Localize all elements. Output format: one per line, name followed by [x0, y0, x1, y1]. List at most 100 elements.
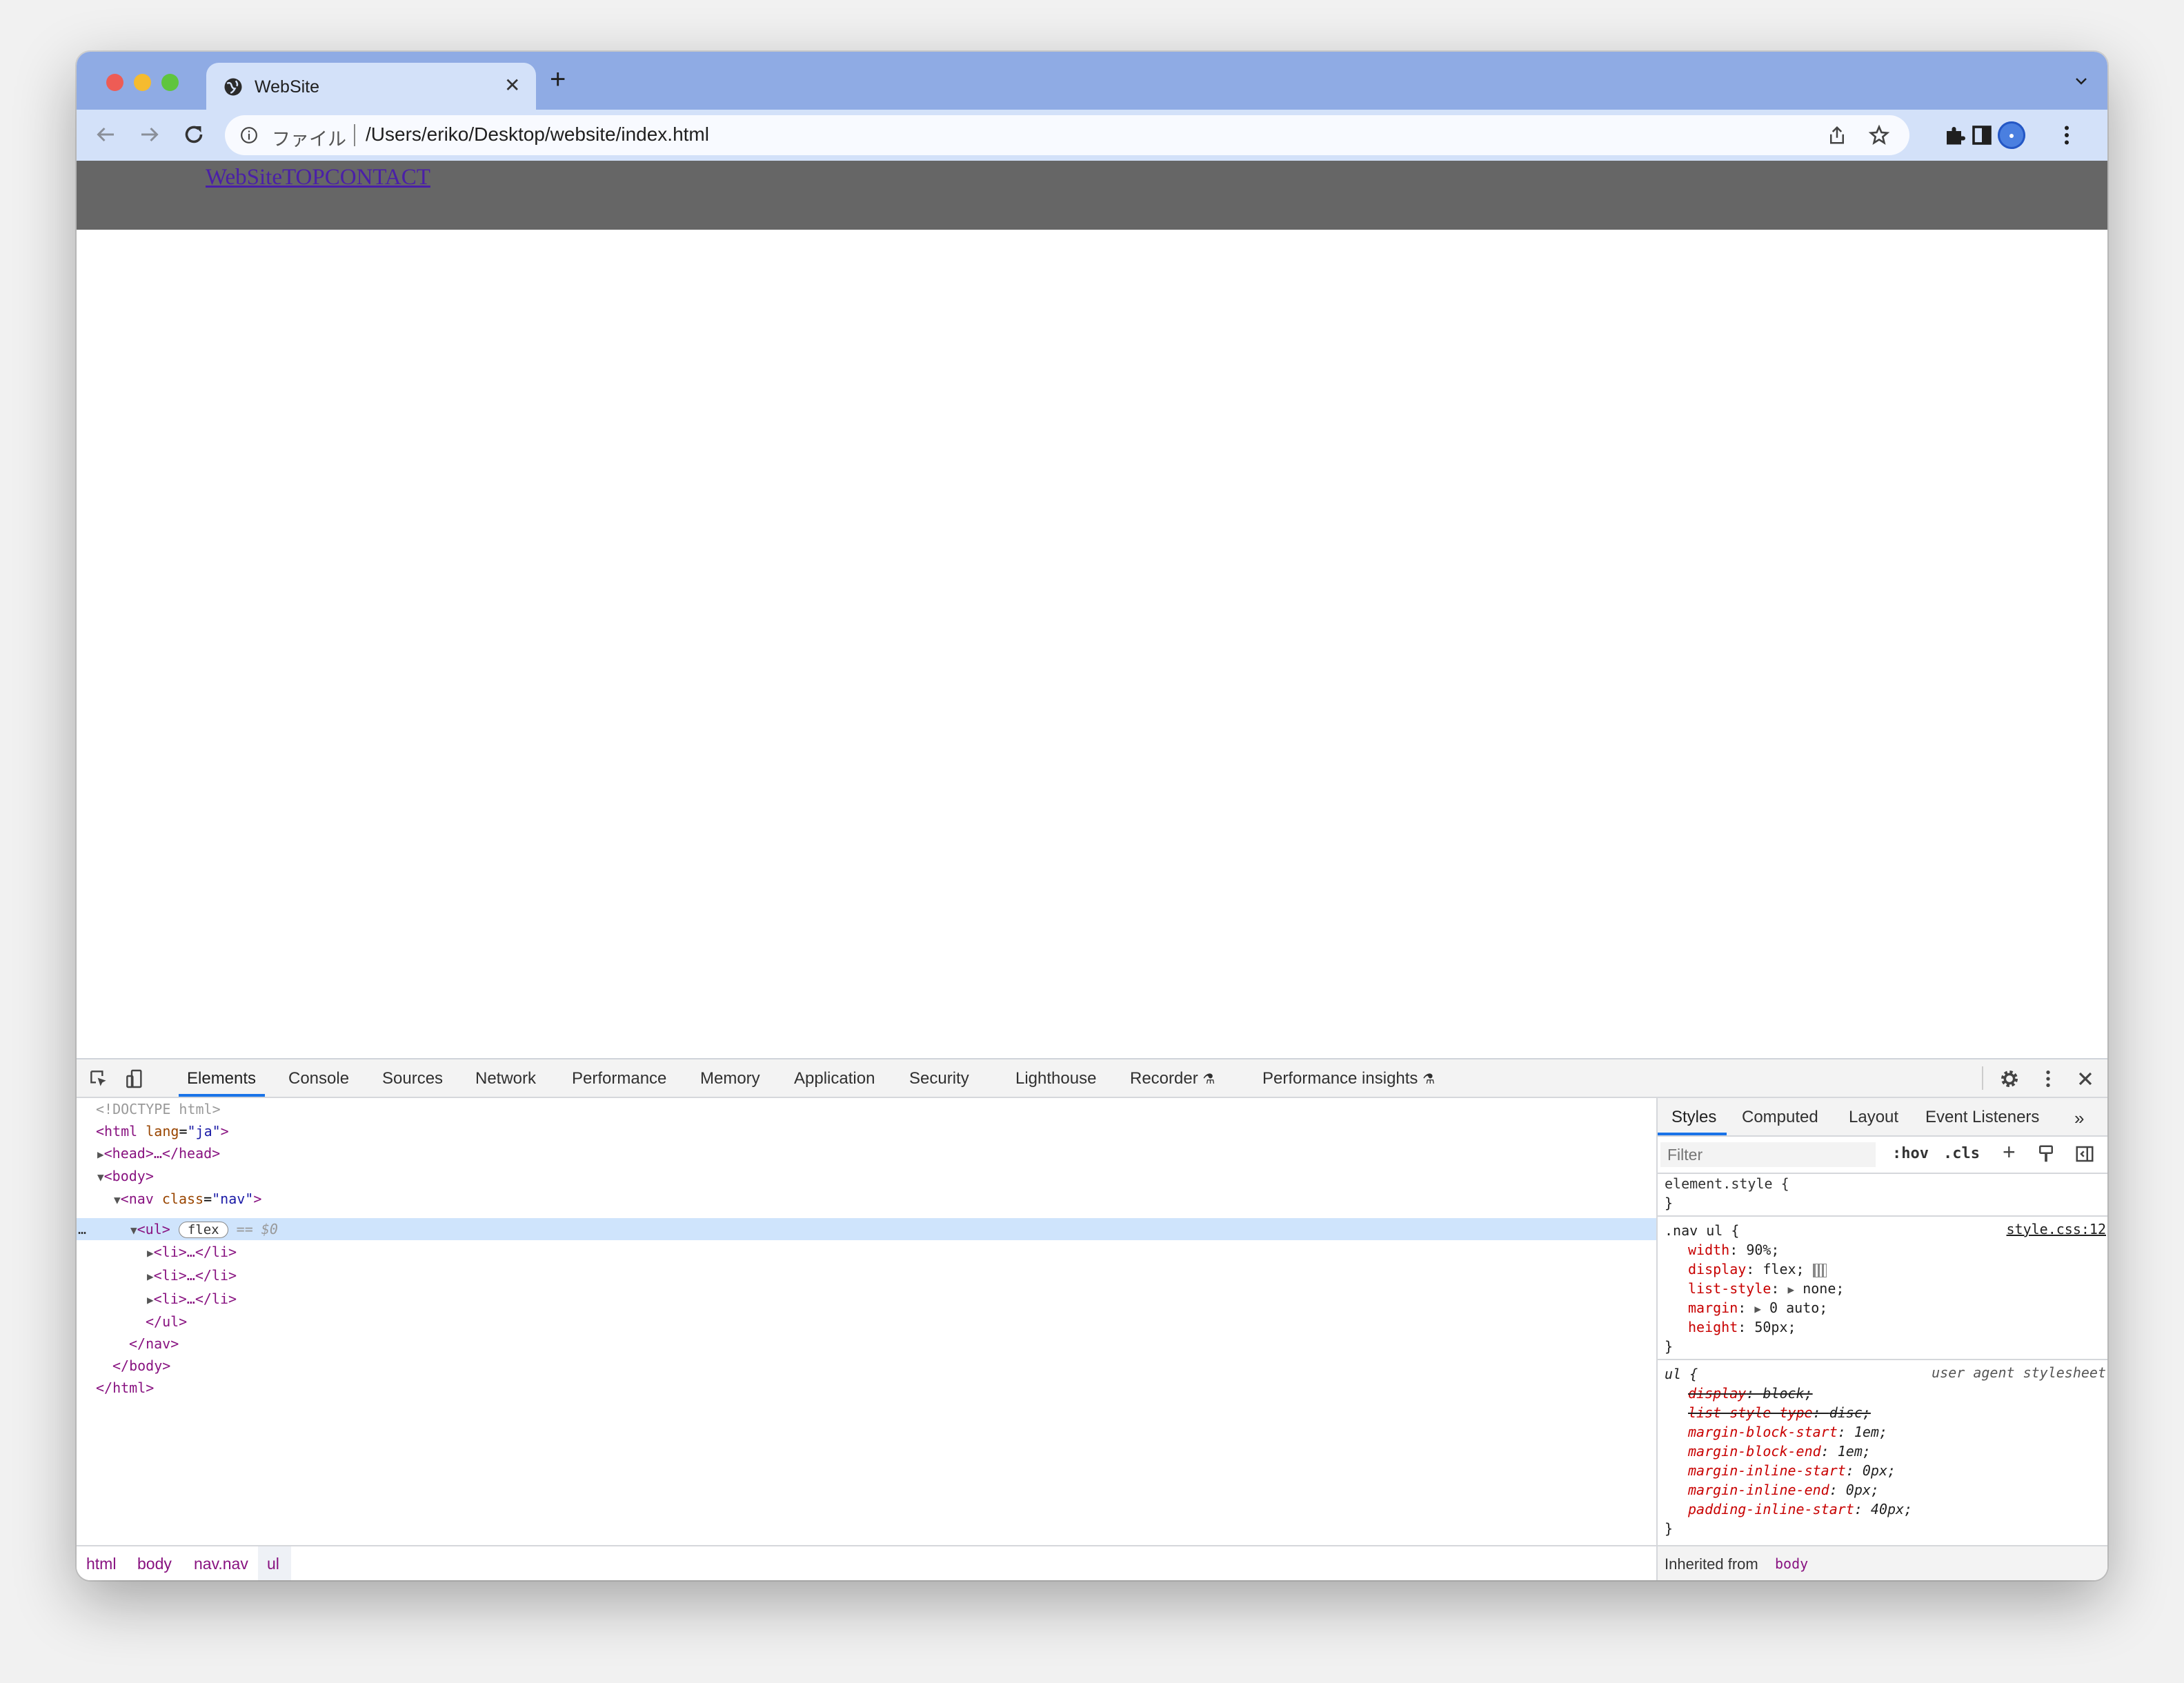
tab-performance-insights[interactable]: Performance insights ⚗	[1262, 1069, 1435, 1088]
css-declaration[interactable]: margin: ▶ 0 auto;	[1688, 1298, 1827, 1319]
tab-styles[interactable]: Styles	[1671, 1108, 1716, 1127]
body-open-line[interactable]: ▼<body>	[97, 1166, 154, 1187]
url-text[interactable]: /Users/eriko/Desktop/website/index.html	[366, 123, 709, 146]
tab-lighthouse[interactable]: Lighthouse	[1015, 1069, 1096, 1088]
source-link[interactable]: style.css:12	[2007, 1221, 2107, 1237]
chevron-double-right-icon[interactable]: »	[2074, 1108, 2084, 1129]
cls-toggle[interactable]: .cls	[1943, 1145, 1980, 1162]
window-minimize-button[interactable]	[134, 74, 151, 91]
address-bar[interactable]: ファイル /Users/eriko/Desktop/website/index.…	[225, 115, 1909, 155]
css-declaration[interactable]: width: 90%;	[1688, 1240, 1779, 1259]
tab-recorder[interactable]: Recorder ⚗	[1130, 1069, 1215, 1088]
nav-link-text[interactable]: WebSiteTOPCONTACT	[206, 165, 430, 190]
inherited-from-link[interactable]: body	[1775, 1555, 1808, 1572]
breadcrumb-item[interactable]: body	[137, 1555, 172, 1573]
css-declaration[interactable]: height: 50px;	[1688, 1317, 1796, 1337]
expand-triangle-icon[interactable]: ▶	[97, 1148, 104, 1161]
tab-sources[interactable]: Sources	[382, 1069, 443, 1088]
selected-node-highlight	[77, 1218, 1656, 1240]
element-style-selector[interactable]: element.style {	[1665, 1174, 1789, 1193]
css-value: 0 auto;	[1769, 1299, 1828, 1316]
forward-arrow-icon[interactable]	[137, 122, 162, 147]
profile-avatar[interactable]	[1998, 121, 2025, 149]
html-close-line[interactable]: </html>	[96, 1378, 154, 1397]
rule-selector[interactable]: .nav ul {	[1665, 1221, 1739, 1240]
new-tab-button[interactable]: +	[550, 66, 566, 93]
css-value: 0px;	[1845, 1482, 1879, 1498]
breadcrumb-item[interactable]: ul	[267, 1555, 279, 1573]
info-icon[interactable]	[240, 126, 258, 144]
paint-brush-icon[interactable]	[2036, 1144, 2056, 1164]
body-open-tag: <body>	[103, 1168, 154, 1184]
collapse-triangle-icon[interactable]: ▼	[97, 1171, 104, 1184]
expand-triangle-icon[interactable]: ▶	[147, 1270, 154, 1283]
li-line[interactable]: ▶<li>…</li>	[147, 1289, 237, 1310]
sidebar-toggle-icon[interactable]	[2074, 1144, 2095, 1164]
inspect-element-icon[interactable]	[88, 1068, 110, 1090]
css-value: none;	[1803, 1280, 1845, 1297]
tab-strip: WebSite ✕ +	[77, 52, 2107, 110]
inherited-section-header: Inherited from body	[1658, 1545, 2107, 1580]
nav-open-line[interactable]: ▼<nav class="nav">	[114, 1189, 261, 1210]
tab-event-listeners[interactable]: Event Listeners	[1925, 1108, 2039, 1127]
gear-icon[interactable]	[1998, 1068, 2021, 1090]
window-close-button[interactable]	[106, 74, 123, 91]
tab-memory[interactable]: Memory	[700, 1069, 760, 1088]
expand-triangle-icon[interactable]: ▶	[1754, 1302, 1761, 1315]
tab-application[interactable]: Application	[794, 1069, 875, 1088]
css-property: list-style-type	[1688, 1404, 1813, 1421]
elements-dom-tree: <!DOCTYPE html> <html lang="ja"> ▶<head>…	[77, 1098, 1656, 1545]
css-property: height	[1688, 1319, 1738, 1335]
body-close-line[interactable]: </body>	[112, 1356, 170, 1375]
reload-icon[interactable]	[181, 122, 206, 147]
tab-layout[interactable]: Layout	[1849, 1108, 1898, 1127]
expand-triangle-icon[interactable]: ▶	[1788, 1283, 1795, 1296]
hov-toggle[interactable]: :hov	[1892, 1145, 1929, 1162]
tab-elements[interactable]: Elements	[187, 1069, 256, 1088]
side-panel-icon[interactable]	[1969, 123, 1994, 148]
html-open-line[interactable]: <html lang="ja">	[96, 1122, 229, 1141]
browser-tab[interactable]: WebSite ✕	[206, 63, 536, 110]
css-property: display	[1688, 1261, 1747, 1277]
ul-open-line[interactable]: ▼<ul> flex == $0	[130, 1219, 278, 1240]
flexbox-editor-icon[interactable]	[1812, 1263, 1827, 1277]
chevron-down-icon[interactable]	[2074, 74, 2088, 88]
collapse-triangle-icon[interactable]: ▼	[130, 1224, 137, 1237]
li-line[interactable]: ▶<li>…</li>	[147, 1266, 237, 1286]
more-vertical-icon[interactable]	[2054, 123, 2079, 148]
expand-triangle-icon[interactable]: ▶	[147, 1246, 154, 1259]
device-toolbar-icon[interactable]	[123, 1068, 146, 1090]
css-declaration-overridden: display: block;	[1688, 1385, 1813, 1402]
breadcrumb-item[interactable]: nav.nav	[194, 1555, 248, 1573]
tab-close-icon[interactable]: ✕	[504, 74, 520, 97]
window-maximize-button[interactable]	[161, 74, 179, 91]
flex-badge[interactable]: flex	[178, 1222, 228, 1238]
styles-filter-input[interactable]	[1660, 1142, 1876, 1167]
tab-console[interactable]: Console	[288, 1069, 349, 1088]
css-declaration[interactable]: list-style: ▶ none;	[1688, 1279, 1844, 1299]
css-declaration[interactable]: display: flex;	[1688, 1259, 1827, 1279]
browser-toolbar: ファイル /Users/eriko/Desktop/website/index.…	[77, 110, 2107, 161]
tab-performance[interactable]: Performance	[572, 1069, 666, 1088]
rule-selector[interactable]: ul {	[1665, 1364, 1698, 1384]
node-actions-icon[interactable]: …	[78, 1219, 86, 1239]
tab-security[interactable]: Security	[909, 1069, 969, 1088]
li-line[interactable]: ▶<li>…</li>	[147, 1242, 237, 1263]
head-line[interactable]: ▶<head>…</head>	[97, 1144, 220, 1164]
close-icon[interactable]	[2074, 1068, 2096, 1090]
extensions-puzzle-icon[interactable]	[1943, 123, 1967, 148]
css-declaration: margin-inline-end: 0px;	[1688, 1482, 1879, 1498]
styles-pane: Styles Computed Layout Event Listeners »…	[1656, 1098, 2107, 1580]
ul-close-line[interactable]: </ul>	[146, 1312, 187, 1331]
expand-triangle-icon[interactable]: ▶	[147, 1293, 154, 1306]
nav-close-line[interactable]: </nav>	[129, 1334, 179, 1353]
tab-computed[interactable]: Computed	[1742, 1108, 1818, 1127]
bookmark-star-icon[interactable]	[1868, 124, 1890, 146]
collapse-triangle-icon[interactable]: ▼	[114, 1193, 121, 1206]
back-arrow-icon[interactable]	[93, 122, 118, 147]
more-vertical-icon[interactable]	[2037, 1068, 2059, 1090]
add-rule-icon[interactable]: +	[2003, 1139, 2016, 1165]
breadcrumb-item[interactable]: html	[86, 1555, 116, 1573]
share-icon[interactable]	[1827, 125, 1847, 146]
tab-network[interactable]: Network	[475, 1069, 536, 1088]
